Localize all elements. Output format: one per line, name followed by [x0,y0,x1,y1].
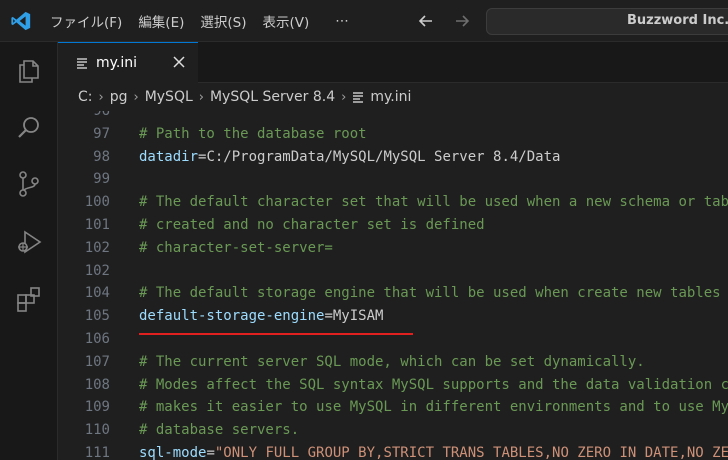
line-number: 110 [84,422,110,439]
line-number: 99 [93,171,110,188]
run-debug-icon[interactable] [14,227,44,257]
config-key: datadir [139,148,199,165]
code-text: # The default character set that will be… [139,194,728,211]
code-line: 100 # The default character set that will… [58,191,728,213]
forward-arrow-icon[interactable] [451,10,473,32]
breadcrumb-item[interactable]: MySQL Server 8.4 [210,89,335,105]
line-number: 109 [84,399,110,416]
line-number: 102 [84,239,110,256]
code-line: 108 # Modes affect the SQL syntax MySQL s… [58,374,728,396]
menu-file[interactable]: ファイル(F) [42,11,130,31]
line-number: 107 [84,353,110,370]
code-line: 111 sql-mode="ONLY_FULL_GROUP_BY,STRICT_T… [58,442,728,460]
breadcrumb-item: my.ini [370,89,412,105]
line-number: 98 [93,148,110,165]
breadcrumb-file[interactable]: my.ini [352,89,411,105]
close-icon[interactable] [170,53,188,71]
line-number: 100 [84,194,110,211]
editor-tab-bar: my.ini [58,42,728,83]
red-underline-annotation [139,333,413,335]
chevron-right-icon: › [198,89,204,105]
code-text: default-storage-engine=MyISAM [139,305,383,327]
chevron-right-icon: › [341,89,347,105]
menu-edit[interactable]: 編集(E) [130,11,192,31]
title-bar: ファイル(F) 編集(E) 選択(S) 表示(V) ⋯ Buzzword Inc… [0,0,728,42]
extensions-icon[interactable] [14,284,44,314]
code-text: # makes it easier to use MySQL in differ… [139,399,728,416]
menu-more[interactable]: ⋯ [317,13,357,29]
code-line: 106 [58,328,728,350]
chevron-right-icon: › [133,89,139,105]
code-text: # Modes affect the SQL syntax MySQL supp… [139,376,728,393]
code-line: 107 # The current server SQL mode, which … [58,351,728,373]
line-number: 97 [93,125,110,142]
activity-bar [0,42,58,460]
code-text: datadir=C:/ProgramData/MySQL/MySQL Serve… [139,146,560,168]
code-line: 99 [58,168,728,190]
code-text: # The default storage engine that will b… [139,285,728,302]
config-value: =C:/ProgramData/MySQL/MySQL Server 8.4/D… [198,148,561,165]
source-control-icon[interactable] [14,169,44,199]
code-line: 104 # The default storage engine that wil… [58,282,728,304]
line-number: 108 [84,376,110,393]
line-number: 111 [84,445,110,460]
breadcrumb-item[interactable]: C: [78,89,93,105]
line-number: 106 [84,331,110,347]
search-icon[interactable] [14,113,44,143]
file-lines-icon [353,92,364,103]
line-number: 104 [84,285,110,302]
code-editor[interactable]: 96 97 # Path to the database root 98 datadir… [58,111,728,460]
code-text: # character-set-server= [139,239,333,256]
code-line: 110 # database servers. [58,419,728,441]
code-line: 102 [58,260,728,282]
line-number: 105 [84,308,110,325]
tab-label: my.ini [96,55,138,71]
navigation-arrows [415,10,473,32]
back-arrow-icon[interactable] [415,10,437,32]
config-value: = [206,445,215,460]
search-label: Buzzword Inc. [627,13,728,28]
code-line: 97 # Path to the database root [58,123,728,145]
config-key: default-storage-engine [139,308,325,325]
command-center-search[interactable]: Buzzword Inc. [486,8,728,35]
code-line: 96 [58,111,728,122]
explorer-icon[interactable] [14,56,44,86]
code-text: # database servers. [139,422,300,439]
config-value: =MyISAM [324,308,384,325]
menu-view[interactable]: 表示(V) [255,11,318,31]
code-text: sql-mode="ONLY_FULL_GROUP_BY,STRICT_TRAN… [139,442,728,460]
line-number: 102 [84,262,110,279]
breadcrumb-item[interactable]: pg [110,89,128,105]
config-key: sql-mode [139,445,207,460]
tab-my-ini[interactable]: my.ini [58,42,198,83]
breadcrumb: C: › pg › MySQL › MySQL Server 8.4 › my.… [58,83,728,111]
file-lines-icon [77,58,87,69]
code-line: 102 # character-set-server= [58,237,728,259]
menu-selection[interactable]: 選択(S) [192,11,254,31]
menu-bar: ファイル(F) 編集(E) 選択(S) 表示(V) ⋯ [42,0,357,42]
code-line: 101 # created and no character set is def… [58,214,728,236]
vscode-logo-icon[interactable] [10,10,32,32]
code-text: # The current server SQL mode, which can… [139,353,645,370]
code-text: # created and no character set is define… [139,217,485,233]
breadcrumb-item[interactable]: MySQL [145,89,193,105]
chevron-right-icon: › [98,89,104,105]
code-line: 109 # makes it easier to use MySQL in dif… [58,396,728,418]
code-line: 105 default-storage-engine=MyISAM [58,305,728,327]
code-line: 98 datadir=C:/ProgramData/MySQL/MySQL Ser… [58,146,728,168]
code-text: # Path to the database root [139,125,367,142]
line-number: 101 [84,217,110,233]
line-number: 96 [93,111,110,119]
config-string: "ONLY_FULL_GROUP_BY,STRICT_TRANS_TABLES,… [214,445,728,460]
